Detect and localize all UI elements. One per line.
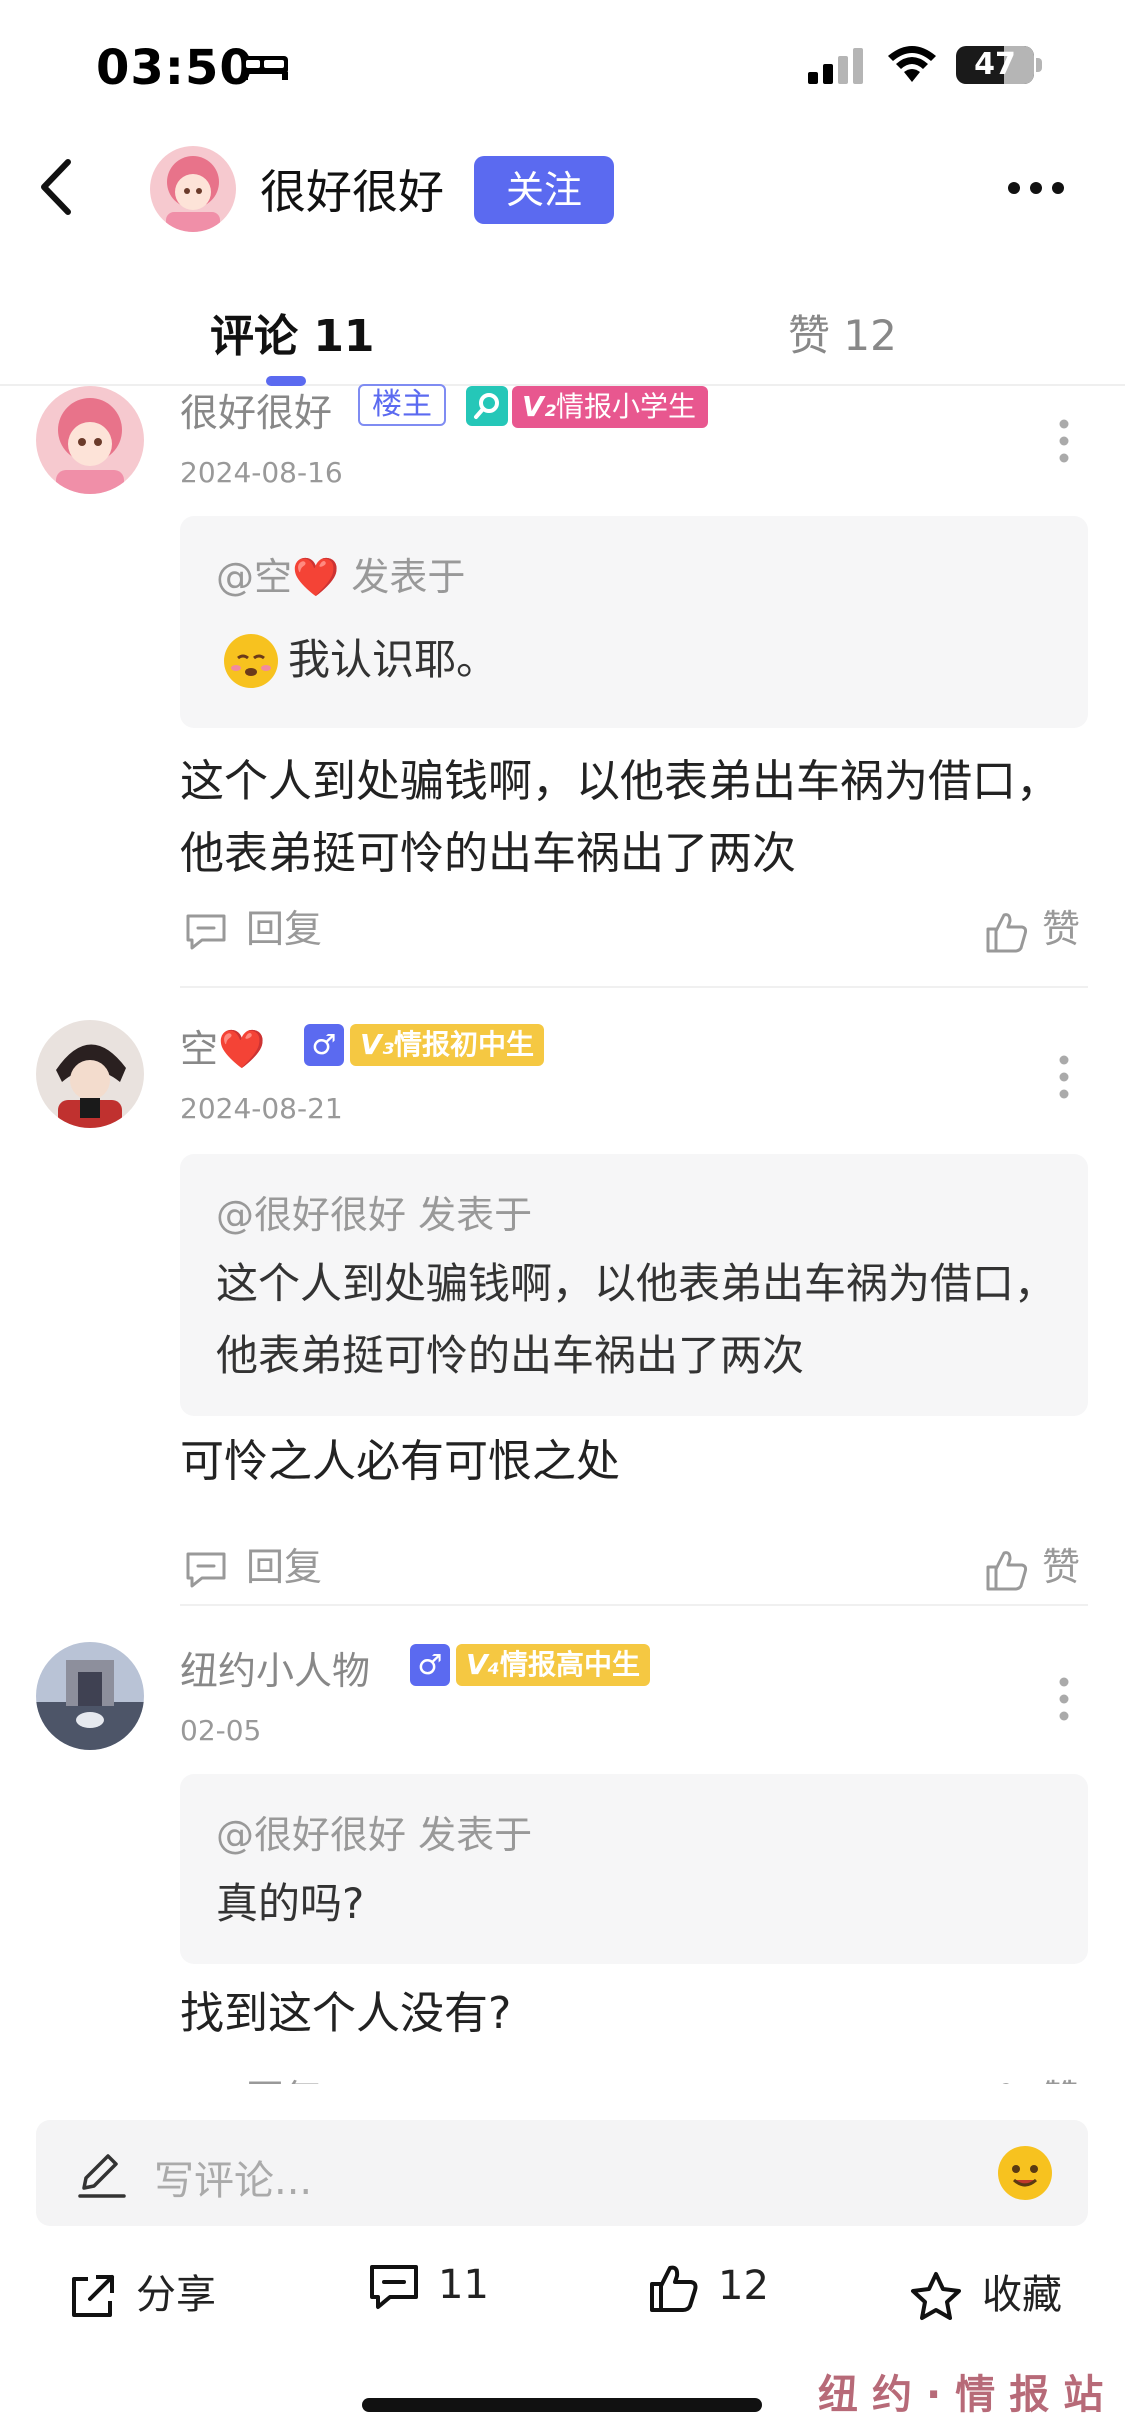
comment-body: 这个人到处骗钱啊，以他表弟出车祸为借口，他表弟挺可怜的出车祸出了两次 — [180, 756, 1060, 879]
status-time: 03:50 — [96, 40, 254, 96]
comment-input[interactable]: 写评论... — [36, 2120, 1088, 2226]
comment-body: 可怜之人必有可恨之处 — [180, 1436, 620, 1487]
reply-button[interactable]: 回复 — [184, 1536, 322, 1591]
commenter-avatar[interactable] — [36, 1642, 144, 1750]
tab-bar: 评论 11 赞 12 — [0, 270, 1125, 386]
thumbs-up-icon — [986, 912, 1028, 952]
commenter-name[interactable]: 很好很好 — [180, 382, 332, 437]
thumbs-up-icon — [986, 1550, 1028, 1590]
level-v-icon: V₂ — [522, 390, 556, 423]
tab-likes[interactable]: 赞 12 — [788, 302, 897, 363]
comment-divider — [180, 1604, 1088, 1606]
reply-button[interactable]: 回复 — [184, 2068, 322, 2084]
like-button[interactable]: 赞 — [984, 1536, 1080, 1593]
level-badge: V₃情报初中生 — [350, 1024, 544, 1066]
smile-emoji-icon — [224, 634, 278, 688]
quoted-comment[interactable]: @很好很好 发表于 真的吗? — [180, 1774, 1088, 1964]
battery-indicator: 47 — [956, 46, 1034, 84]
thumbs-up-icon — [650, 2265, 698, 2312]
commenter-avatar[interactable] — [36, 1020, 144, 1128]
back-arrow-icon[interactable] — [30, 152, 90, 222]
signal-icon — [808, 48, 863, 84]
quoted-comment[interactable]: @很好很好 发表于 这个人到处骗钱啊，以他表弟出车祸为借口，他表弟挺可怜的出车祸… — [180, 1154, 1088, 1416]
quote-header: @空❤️ 发表于 — [216, 555, 466, 599]
op-badge: 楼主 — [358, 384, 446, 426]
comment-more-icon[interactable] — [1054, 1052, 1074, 1102]
comment-date: 02-05 — [180, 1714, 262, 1747]
sleep-mode-icon — [242, 56, 288, 80]
top-nav: 很好很好 关注 — [0, 130, 1125, 250]
search-badge-icon — [466, 386, 508, 426]
reply-button[interactable]: 回复 — [184, 898, 322, 953]
comment-more-icon[interactable] — [1054, 1674, 1074, 1724]
commenter-name[interactable]: 空❤️ — [180, 1018, 265, 1073]
comment-divider — [180, 986, 1088, 988]
quote-text: 我认识耶。 — [288, 635, 499, 684]
share-icon — [72, 2275, 114, 2317]
tab-comments[interactable]: 评论 11 — [210, 300, 375, 364]
quoted-comment[interactable]: @空❤️ 发表于 我认识耶。 — [180, 516, 1088, 728]
reply-icon — [186, 914, 226, 949]
quote-header: @很好很好 发表于 — [216, 1813, 533, 1857]
share-button[interactable]: 分享 — [66, 2262, 216, 2323]
status-bar: 03:50 47 — [0, 0, 1125, 130]
comment-body: 找到这个人没有? — [180, 1988, 512, 2039]
level-v-icon: V₃ — [360, 1028, 394, 1061]
star-icon — [911, 2272, 961, 2320]
comment-icon — [370, 2265, 418, 2309]
comment-date: 2024-08-21 — [180, 1092, 343, 1125]
home-indicator[interactable] — [362, 2398, 762, 2412]
likes-count-button[interactable]: 12 — [648, 2262, 769, 2314]
level-v-icon: V₄ — [466, 1648, 500, 1681]
comment-item: 空❤️ ♂ V₃情报初中生 2024-08-21 @很好很好 发表于 这个人到处… — [0, 1018, 1125, 1618]
level-badge: V₂情报小学生 — [512, 386, 708, 428]
quote-text: 真的吗? — [216, 1879, 365, 1928]
wifi-icon — [888, 46, 936, 82]
quote-text: 这个人到处骗钱啊，以他表弟出车祸为借口，他表弟挺可怜的出车祸出了两次 — [216, 1259, 1057, 1380]
like-button[interactable]: 赞 — [984, 898, 1080, 955]
more-options-icon[interactable] — [996, 168, 1076, 208]
gender-badge: ♂ — [304, 1024, 344, 1066]
comment-item: 纽约小人物 ♂ V₄情报高中生 02-05 @很好很好 发表于 真的吗? 找到这… — [0, 1638, 1125, 2084]
author-name[interactable]: 很好很好 — [260, 156, 444, 222]
follow-button[interactable]: 关注 — [474, 156, 614, 224]
comment-item: 很好很好 楼主 V₂情报小学生 2024-08-16 @空❤️ 发表于 我认识耶… — [0, 380, 1125, 988]
comment-input-placeholder: 写评论... — [154, 2158, 313, 2204]
quote-header: @很好很好 发表于 — [216, 1193, 533, 1237]
emoji-icon[interactable] — [996, 2144, 1054, 2202]
reply-icon — [186, 1552, 226, 1587]
gender-badge: ♂ — [410, 1644, 450, 1686]
author-avatar[interactable] — [150, 146, 236, 232]
watermark-logo: 纽约·情报站 — [818, 2372, 1118, 2418]
comment-date: 2024-08-16 — [180, 456, 343, 489]
commenter-name[interactable]: 纽约小人物 — [180, 1640, 370, 1695]
pencil-icon — [78, 2154, 126, 2198]
favorite-button[interactable]: 收藏 — [908, 2262, 1062, 2324]
like-button[interactable]: 赞 — [984, 2068, 1080, 2084]
level-badge: V₄情报高中生 — [456, 1644, 650, 1686]
battery-tip — [1036, 58, 1042, 72]
comments-count-button[interactable]: 11 — [368, 2262, 489, 2311]
commenter-avatar[interactable] — [36, 386, 144, 494]
comment-more-icon[interactable] — [1054, 416, 1074, 466]
